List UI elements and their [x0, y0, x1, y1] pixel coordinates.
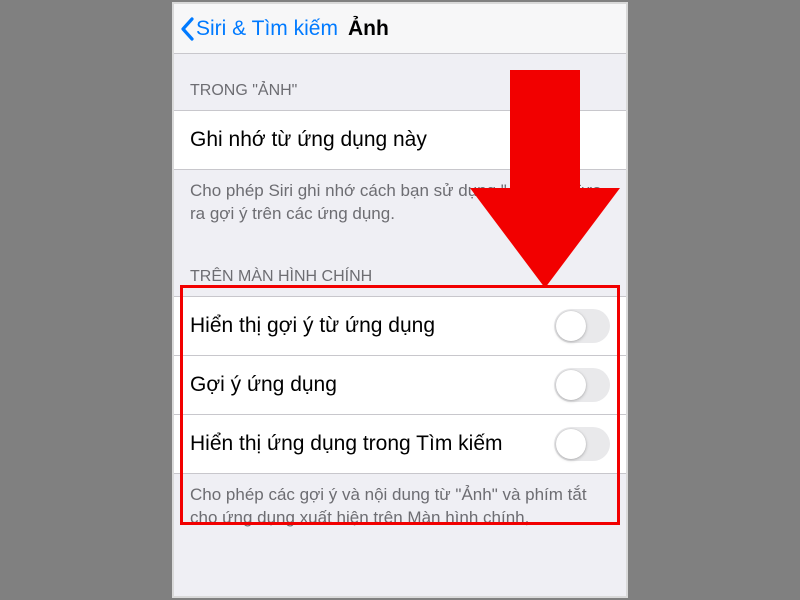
section-footer-home-screen: Cho phép các gợi ý và nội dung từ "Ảnh" … [174, 474, 626, 544]
row-label: Hiển thị gợi ý từ ứng dụng [190, 314, 435, 338]
row-label: Gợi ý ứng dụng [190, 373, 337, 397]
section-footer-in-app: Cho phép Siri ghi nhớ cách bạn sử dụng "… [174, 170, 626, 240]
navbar: Siri & Tìm kiếm Ảnh [174, 4, 626, 54]
section-header-home-screen: TRÊN MÀN HÌNH CHÍNH [174, 240, 626, 296]
page-title: Ảnh [348, 17, 389, 41]
row-show-suggestions-from-app[interactable]: Hiển thị gợi ý từ ứng dụng [174, 297, 626, 356]
back-label: Siri & Tìm kiếm [196, 17, 338, 41]
row-show-app-in-search[interactable]: Hiển thị ứng dụng trong Tìm kiếm [174, 414, 626, 473]
row-label: Ghi nhớ từ ứng dụng này [190, 128, 427, 152]
toggle-show-suggestions-from-app[interactable] [554, 309, 610, 343]
row-suggest-app[interactable]: Gợi ý ứng dụng [174, 355, 626, 415]
toggle-show-app-in-search[interactable] [554, 427, 610, 461]
back-button[interactable]: Siri & Tìm kiếm [180, 17, 338, 41]
section-header-in-app: TRONG "ẢNH" [174, 54, 626, 110]
section-home-screen: Hiển thị gợi ý từ ứng dụng Gợi ý ứng dụn… [174, 296, 626, 474]
chevron-left-icon [180, 17, 194, 41]
row-label: Hiển thị ứng dụng trong Tìm kiếm [190, 432, 503, 456]
section-in-app: Ghi nhớ từ ứng dụng này [174, 110, 626, 170]
settings-screen: Siri & Tìm kiếm Ảnh TRONG "ẢNH" Ghi nhớ … [172, 2, 628, 598]
toggle-suggest-app[interactable] [554, 368, 610, 402]
row-learn-from-app[interactable]: Ghi nhớ từ ứng dụng này [174, 111, 626, 169]
